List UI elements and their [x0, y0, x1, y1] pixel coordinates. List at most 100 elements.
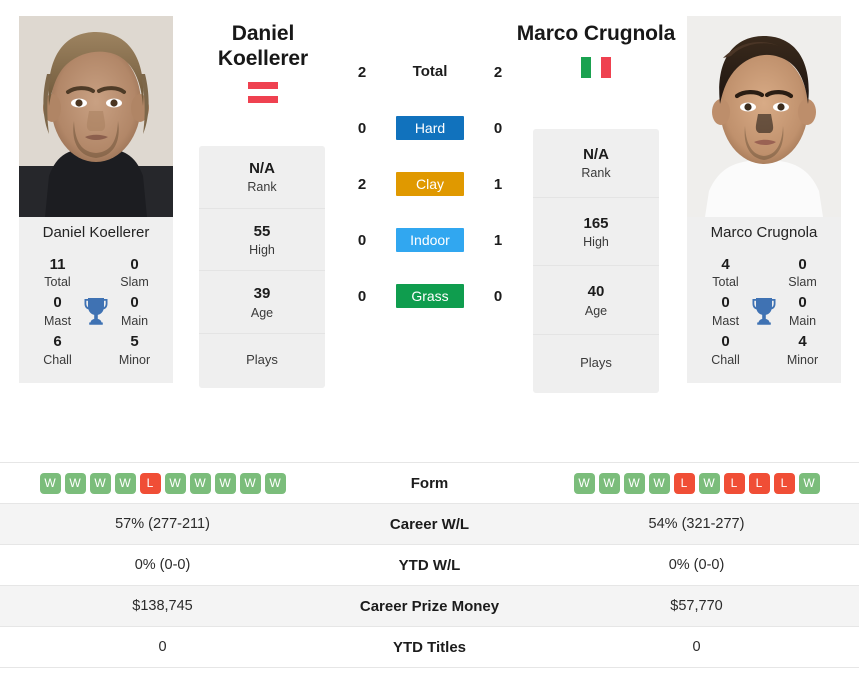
stat-slam: 0 Slam	[96, 255, 173, 290]
italy-flag-icon	[581, 56, 611, 78]
stat-chall-value: 6	[53, 333, 62, 351]
h2h-total-label: Total	[412, 63, 448, 80]
ytd-titles-right: 0	[534, 626, 859, 668]
form-badge-w[interactable]: W	[648, 472, 670, 494]
h2h-indoor-right: 1	[493, 231, 503, 249]
form-badge-w[interactable]: W	[239, 472, 261, 494]
stat-minor-label: Minor	[786, 352, 819, 367]
rank-value: N/A	[249, 160, 275, 177]
h2h-total-left: 2	[357, 63, 367, 81]
high-rank-item: 165 High	[533, 198, 659, 267]
form-badge-w[interactable]: W	[189, 472, 211, 494]
table-row-form: WWWWLWWWWW Form WWWWLWLLLW	[0, 462, 859, 504]
player-left-headline: Daniel Koellerer	[163, 22, 363, 103]
high-rank-item: 55 High	[199, 209, 325, 272]
form-badge-w[interactable]: W	[214, 472, 236, 494]
h2h-clay-right: 1	[493, 175, 503, 193]
player-left-title-stats: 11 Total 0 Slam 0 Mast 0 Main 6 Chall 5 …	[19, 250, 173, 383]
form-badge-l[interactable]: L	[748, 472, 770, 494]
form-badge-l[interactable]: L	[673, 472, 695, 494]
comparison-header: Daniel Koellerer 11 Total 0 Slam 0 Mast	[0, 0, 859, 462]
plays-label: Plays	[580, 354, 612, 370]
h2h-row-grass: 0 Grass 0	[340, 282, 520, 310]
high-rank-value: 55	[253, 222, 271, 240]
player-right-panel: Marco Crugnola 4 Total 0 Slam 0 Mast 0 M…	[687, 16, 841, 383]
h2h-total-label-cell: Total	[384, 63, 476, 81]
h2h-row-clay: 2 Clay 1	[340, 170, 520, 198]
form-badge-w[interactable]: W	[64, 472, 86, 494]
form-badge-w[interactable]: W	[698, 472, 720, 494]
comparison-stats-table: WWWWLWWWWW Form WWWWLWLLLW 57% (277-211)…	[0, 462, 859, 668]
head-to-head-surface-breakdown: 2 Total 2 0 Hard 0 2 Clay 1 0 Indoor 1 0…	[340, 58, 520, 310]
h2h-hard-label-cell: Hard	[384, 116, 476, 140]
form-right-cell: WWWWLWLLLW	[534, 462, 859, 504]
h2h-hard-right: 0	[493, 119, 503, 137]
player-left-last-name: Koellerer	[217, 46, 309, 70]
form-badge-w[interactable]: W	[39, 472, 61, 494]
ytd-titles-left: 0	[0, 626, 325, 668]
surface-badge-indoor: Indoor	[396, 228, 464, 252]
form-badge-w[interactable]: W	[798, 472, 820, 494]
h2h-row-hard: 0 Hard 0	[340, 114, 520, 142]
stat-slam: 0 Slam	[764, 256, 841, 290]
table-row-career-wl: 57% (277-211) Career W/L 54% (321-277)	[0, 503, 859, 545]
player-left-first-name: Daniel	[231, 22, 295, 45]
stat-total: 11 Total	[19, 255, 96, 290]
table-row-ytd-titles: 0 YTD Titles 0	[0, 626, 859, 668]
career-prize-money-left: $138,745	[0, 585, 325, 627]
h2h-grass-right: 0	[493, 287, 503, 305]
form-badge-l[interactable]: L	[773, 472, 795, 494]
form-badge-w[interactable]: W	[164, 472, 186, 494]
form-badge-l[interactable]: L	[723, 472, 745, 494]
h2h-indoor-left: 0	[357, 231, 367, 249]
form-badge-l[interactable]: L	[139, 472, 161, 494]
stat-row-chall-minor: 0 Chall 4 Minor	[687, 330, 841, 369]
form-badge-w[interactable]: W	[573, 472, 595, 494]
stat-row-chall-minor: 6 Chall 5 Minor	[19, 330, 173, 369]
ytd-wl-right: 0% (0-0)	[534, 544, 859, 586]
rank-label: Rank	[581, 166, 611, 181]
player-right-rank-card: N/A Rank 165 High 40 Age Plays	[533, 129, 659, 393]
h2h-row-indoor: 0 Indoor 1	[340, 226, 520, 254]
age-item: 39 Age	[199, 271, 325, 334]
trophy-icon	[84, 298, 108, 326]
form-badge-w[interactable]: W	[598, 472, 620, 494]
stat-minor-value: 4	[798, 333, 807, 351]
form-badge-w[interactable]: W	[114, 472, 136, 494]
plays-item: Plays	[533, 335, 659, 393]
player-left-title: Daniel Koellerer	[163, 22, 363, 72]
h2h-grass-left: 0	[357, 287, 367, 305]
high-rank-label: High	[583, 234, 609, 249]
form-strip-left: WWWWLWWWWW	[0, 472, 325, 494]
age-label: Age	[584, 303, 608, 318]
form-badge-w[interactable]: W	[89, 472, 111, 494]
age-value: 39	[253, 285, 271, 303]
player-left-name-caption: Daniel Koellerer	[19, 217, 173, 251]
stat-total: 4 Total	[687, 256, 764, 290]
austria-flag-icon	[248, 81, 278, 103]
stat-chall: 0 Chall	[687, 333, 764, 367]
h2h-row-total: 2 Total 2	[340, 58, 520, 86]
trophy-icon	[752, 298, 776, 326]
stat-chall: 6 Chall	[19, 333, 96, 367]
h2h-grass-label-cell: Grass	[384, 284, 476, 308]
form-badge-w[interactable]: W	[264, 472, 286, 494]
h2h-clay-label-cell: Clay	[384, 172, 476, 196]
stat-slam-value: 0	[130, 255, 139, 273]
age-value: 40	[587, 283, 605, 301]
career-prize-money-label: Career Prize Money	[325, 585, 534, 627]
stat-row-total-slam: 4 Total 0 Slam	[687, 253, 841, 292]
player-right-title-stats: 4 Total 0 Slam 0 Mast 0 Main 0 Chall 4 M…	[687, 250, 841, 383]
stat-minor: 5 Minor	[96, 333, 173, 367]
form-badge-w[interactable]: W	[623, 472, 645, 494]
rank-value: N/A	[583, 146, 609, 163]
stat-total-value: 11	[49, 255, 66, 273]
stat-chall-label: Chall	[43, 352, 72, 367]
stat-row-total-slam: 11 Total 0 Slam	[19, 253, 173, 292]
career-wl-left: 57% (277-211)	[0, 503, 325, 545]
form-row-label: Form	[325, 462, 534, 504]
stat-chall-label: Chall	[711, 352, 740, 367]
stat-minor-value: 5	[130, 333, 139, 351]
rank-label: Rank	[247, 180, 277, 195]
age-item: 40 Age	[533, 266, 659, 335]
